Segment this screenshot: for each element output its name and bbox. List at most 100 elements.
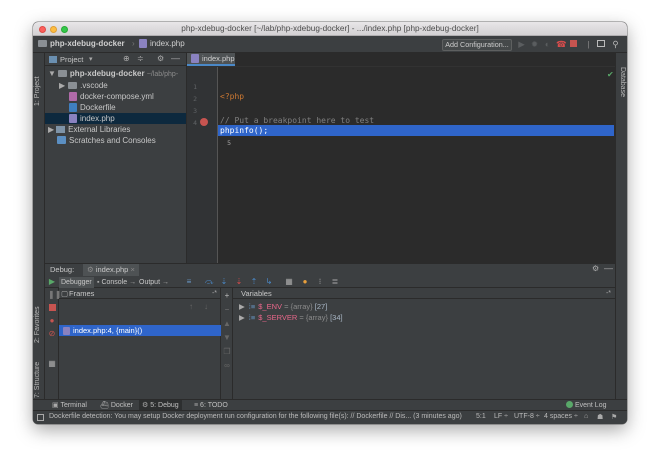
inspector-icon[interactable]: ☗ — [597, 413, 603, 421]
stop-icon[interactable] — [569, 40, 578, 49]
project-panel: Project ▾ ⊕ ≑ ⚙ — ▼ php-xdebug-docker ~/l… — [45, 53, 187, 263]
listen-debug-connections-icon[interactable]: ☎ — [556, 40, 567, 49]
memory-indicator-icon[interactable]: ⚑ — [611, 413, 617, 421]
breadcrumb-project[interactable]: php-xdebug-docker — [38, 39, 125, 48]
move-down-icon[interactable]: ▼ — [223, 334, 231, 342]
tab-output[interactable]: Output → — [137, 277, 171, 288]
tree-item-scratches[interactable]: Scratches and Consoles — [57, 135, 156, 146]
step-into-icon[interactable]: ⇣ — [220, 278, 228, 286]
database-tool-label: Database — [619, 67, 626, 97]
frames-pane: ▢ Frames -* ↑ ↓ index.php:4, {main}() — [59, 288, 221, 400]
mute-breakpoints-icon[interactable]: ⊘ — [48, 330, 56, 338]
view-breakpoints-icon[interactable]: ● — [48, 317, 56, 325]
window-title: php-xdebug-docker [~/lab/php-xdebug-dock… — [181, 24, 479, 33]
line-number: 2 — [193, 95, 197, 103]
pin-icon: → — [129, 279, 137, 286]
locate-icon[interactable]: ⊕ — [123, 54, 130, 63]
right-tool-strip: Database — [615, 53, 627, 399]
database-tool-button[interactable]: Database — [619, 67, 626, 97]
stop-icon[interactable] — [48, 304, 56, 312]
tree-item-external-libraries[interactable]: ▶ External Libraries — [45, 124, 130, 135]
new-watch-icon[interactable]: + — [223, 292, 231, 300]
folder-icon — [38, 40, 47, 47]
restore-layout-icon[interactable]: ⁝ — [316, 278, 324, 286]
breakpoint-icon[interactable] — [200, 118, 208, 126]
hide-panel-icon[interactable]: — — [604, 263, 613, 273]
lock-icon[interactable]: ⌂ — [584, 413, 588, 420]
debug-icon[interactable]: ✹ — [530, 40, 539, 49]
evaluate-expression-icon[interactable]: ▦ — [285, 278, 293, 286]
title-bar: php-xdebug-docker [~/lab/php-xdebug-dock… — [33, 22, 627, 36]
frames-header: ▢ Frames -* — [59, 288, 221, 299]
collapse-icon[interactable]: ≑ — [137, 54, 144, 63]
glasses-icon[interactable]: ∞ — [223, 362, 231, 370]
encoding-selector[interactable]: UTF-8 ÷ — [514, 413, 540, 420]
project-structure-icon[interactable] — [596, 40, 605, 49]
project-tool-button[interactable]: 1: Project — [34, 76, 41, 106]
caret-position[interactable]: 5:1 — [476, 413, 486, 420]
layout-icon[interactable]: ▦ — [48, 360, 56, 368]
watches-icon[interactable]: ● — [301, 278, 309, 286]
add-configuration-button[interactable]: Add Configuration... — [442, 38, 512, 51]
breadcrumb-file[interactable]: index.php — [139, 39, 185, 48]
todo-icon: ≡ — [194, 402, 199, 409]
variable-env[interactable]: ▶ ⁞≡ $_ENV = {array} [27] — [239, 302, 327, 312]
tree-item-vscode[interactable]: ▶ .vscode — [57, 80, 108, 91]
editor-tab-index-php[interactable]: index.php — [187, 53, 235, 66]
pin-icon[interactable]: -* — [606, 288, 611, 299]
array-icon: ⁞≡ — [248, 302, 256, 311]
remove-watch-icon[interactable]: − — [223, 306, 231, 314]
close-icon[interactable]: × — [130, 265, 134, 274]
structure-tool-button[interactable]: 7: Structure — [34, 362, 41, 398]
frame-item-selected[interactable]: index.php:4, {main}() — [59, 325, 221, 336]
tool-windows-icon[interactable] — [37, 414, 44, 421]
yml-file-icon — [69, 92, 77, 101]
tree-item-index-php[interactable]: index.php — [45, 113, 186, 124]
project-view-selector[interactable]: Project — [60, 55, 83, 64]
resume-program-icon[interactable]: ▶ — [48, 278, 56, 286]
pause-program-icon[interactable]: ❚❚ — [48, 291, 61, 299]
coverage-icon[interactable]: ◐ — [543, 40, 552, 49]
debug-toolbar: Debugger ▪ Console → Output → ≡ ⤼ ⇣ ⇣ ⇡ … — [45, 276, 615, 288]
copy-icon[interactable]: ❐ — [223, 348, 231, 356]
code-editor[interactable]: index.php 1 2 3 4 5 <?php // Put a break… — [187, 53, 615, 263]
hide-panel-icon[interactable]: — — [171, 53, 180, 63]
tree-item-project-root[interactable]: ▼ php-xdebug-docker ~/lab/php- — [45, 68, 178, 79]
php-file-icon — [69, 114, 77, 123]
docker-icon: ⛴ — [100, 402, 109, 409]
variable-server[interactable]: ▶ ⁞≡ $_SERVER = {array} [34] — [239, 313, 343, 323]
settings-list-icon[interactable]: ≣ — [331, 278, 339, 286]
run-icon[interactable]: ▶ — [517, 40, 526, 49]
next-frame-icon[interactable]: ↓ — [204, 302, 208, 311]
debug-session-tab[interactable]: ⚙ index.php × — [83, 264, 139, 276]
tab-console[interactable]: ▪ Console → — [95, 277, 138, 288]
analysis-ok-icon: ✔ — [607, 70, 614, 79]
move-up-icon[interactable]: ▲ — [223, 320, 231, 328]
tab-debugger[interactable]: Debugger — [59, 277, 94, 288]
tree-item-docker-compose[interactable]: docker-compose.yml — [69, 91, 154, 102]
status-bar: Dockerfile detection: You may setup Dock… — [33, 410, 627, 424]
indent-selector[interactable]: 4 spaces ÷ — [544, 413, 578, 420]
gear-icon[interactable]: ⚙ — [592, 264, 599, 273]
run-to-cursor-icon[interactable]: ↳ — [265, 278, 273, 286]
favorites-tool-label: 2: Favorites — [34, 306, 41, 343]
gear-icon[interactable]: ⚙ — [157, 54, 164, 63]
step-out-icon[interactable]: ⇡ — [250, 278, 258, 286]
line-separator-selector[interactable]: LF ÷ — [494, 413, 508, 420]
collapsed-arrow-icon: ▶ — [48, 125, 55, 134]
chevron-down-icon[interactable]: ▾ — [89, 55, 93, 63]
favorites-tool-button[interactable]: 2: Favorites — [34, 306, 41, 343]
step-over-icon[interactable]: ⤼ — [205, 278, 214, 286]
editor-gutter[interactable]: 1 2 3 4 — [187, 67, 218, 263]
show-execution-point-icon[interactable]: ≡ — [185, 278, 193, 286]
debug-actions-strip: ▶ ❚❚ ● ⊘ ▦ — [45, 278, 61, 400]
status-message[interactable]: Dockerfile detection: You may setup Dock… — [49, 413, 462, 420]
force-step-into-icon[interactable]: ⇣ — [235, 278, 243, 286]
previous-frame-icon[interactable]: ↑ — [189, 302, 193, 311]
tree-item-dockerfile[interactable]: Dockerfile — [69, 102, 116, 113]
debug-panel: Debug: ⚙ index.php × ⚙ — Debugger ▪ Cons… — [45, 263, 615, 400]
pin-icon[interactable]: -* — [212, 288, 217, 299]
debug-label: Debug: — [50, 265, 75, 274]
separator: | — [587, 39, 590, 49]
search-everywhere-icon[interactable]: ⚲ — [611, 40, 620, 49]
